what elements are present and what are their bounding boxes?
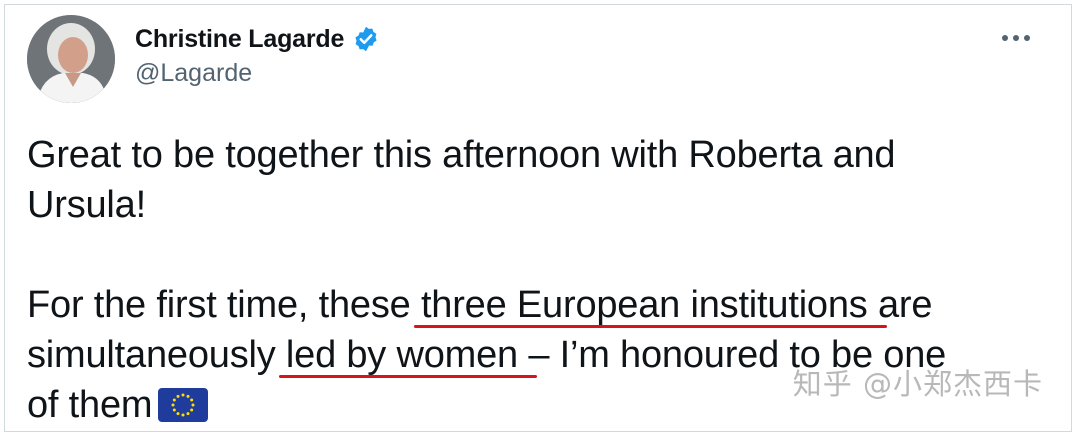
tweet-text-segment: For the first time, these xyxy=(27,284,421,326)
author-handle[interactable]: @Lagarde xyxy=(135,59,252,88)
underlined-phrase-institutions: three European institutions xyxy=(420,284,878,326)
avatar[interactable] xyxy=(27,15,115,103)
watermark-text: 知乎 @小郑杰西卡 xyxy=(792,367,1043,401)
more-horizontal-icon[interactable] xyxy=(999,23,1033,53)
avatar-photo xyxy=(27,15,115,103)
tweet-line-3: For the first time, these three European… xyxy=(27,280,1057,330)
author-row: Christine Lagarde xyxy=(135,21,380,57)
tweet-text-segment: of them xyxy=(27,384,153,426)
tweet-line-2: Ursula! xyxy=(27,184,146,226)
underlined-phrase-led-by-women: led by women xyxy=(285,334,529,376)
tweet-text-segment: simultaneously xyxy=(27,334,286,376)
verified-badge-icon xyxy=(352,25,380,53)
display-name[interactable]: Christine Lagarde xyxy=(135,25,344,54)
tweet-text-segment: are xyxy=(877,284,933,326)
tweet-card: Christine Lagarde @Lagarde Great to be t… xyxy=(4,4,1072,432)
eu-flag-icon xyxy=(158,385,209,422)
red-underline-institutions xyxy=(413,325,887,328)
tweet-line-1: Great to be together this afternoon with… xyxy=(27,134,896,176)
red-underline-led-by-women xyxy=(278,375,538,378)
